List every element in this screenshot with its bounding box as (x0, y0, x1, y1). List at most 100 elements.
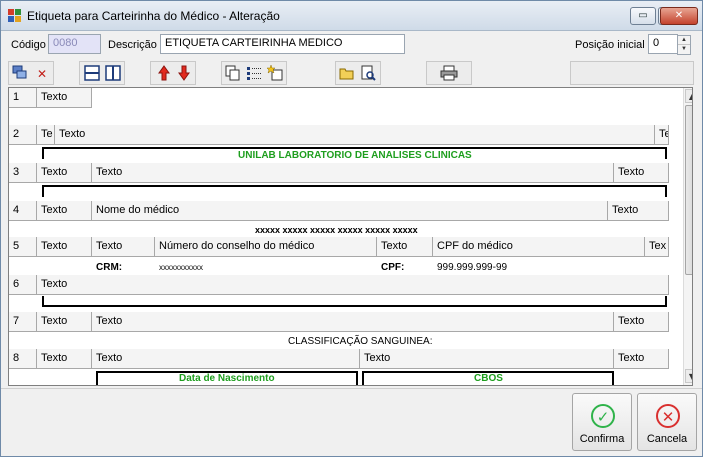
grid-cell[interactable]: Texto (92, 312, 614, 332)
grid-cell[interactable]: Texto (377, 237, 433, 257)
row-divider (362, 371, 364, 385)
cancel-icon: ✕ (656, 404, 680, 428)
row-divider (42, 305, 667, 307)
row-divider (665, 185, 667, 197)
preview-icon[interactable] (359, 65, 377, 83)
row-number: 3 (9, 163, 37, 183)
toolbar-group-file (335, 61, 381, 85)
close-button[interactable]: ✕ (660, 7, 698, 25)
row-number: 7 (9, 312, 37, 332)
grid-cell[interactable]: Número do conselho do médico (155, 237, 377, 257)
copy-icon[interactable] (224, 65, 242, 83)
grid-cell[interactable]: Texto (92, 163, 614, 183)
row-number: 2 (9, 125, 37, 145)
row-number: 1 (9, 88, 37, 108)
toolbar-group-records: ✕ (8, 61, 54, 85)
grid-cell[interactable]: Texto (37, 312, 92, 332)
row-divider (42, 185, 667, 187)
vertical-scrollbar[interactable]: ▲ ▼ (683, 88, 692, 385)
grid-cell[interactable]: Texto (37, 349, 92, 369)
scroll-down-icon[interactable]: ▼ (685, 369, 692, 383)
row-number: 4 (9, 201, 37, 221)
confirma-button[interactable]: ✓ Confirma (572, 393, 632, 451)
posicao-field[interactable]: 0 (648, 34, 678, 54)
codigo-label: Código (11, 39, 46, 51)
toolbar-group-print (426, 61, 472, 85)
print-icon[interactable] (440, 65, 458, 83)
minimize-button[interactable]: ▭ (630, 7, 656, 25)
toolbar: ✕ (8, 61, 694, 85)
check-icon: ✓ (591, 404, 615, 428)
split-horizontal-icon[interactable] (83, 65, 101, 83)
preview-text: CRM: (96, 262, 123, 273)
row-divider (665, 296, 667, 307)
row-divider (356, 371, 358, 385)
grid-cell[interactable]: Nome do médico (92, 201, 608, 221)
row-divider (42, 147, 44, 159)
split-vertical-icon[interactable] (104, 65, 122, 83)
new-field-icon[interactable] (266, 64, 284, 83)
preview-text: Data de Nascimento (179, 373, 275, 384)
grid-cell[interactable]: CPF do médico (433, 237, 645, 257)
spin-down-icon[interactable]: ▼ (678, 45, 690, 54)
grid-cell[interactable]: Texto (55, 125, 655, 145)
grid-cell[interactable]: Te (37, 125, 55, 145)
grid-cell[interactable]: Texto (614, 349, 669, 369)
grid-cell[interactable]: Texto (360, 349, 614, 369)
preview-text: CBOS (474, 373, 503, 384)
grid-cell[interactable]: Texto (37, 201, 92, 221)
scroll-up-icon[interactable]: ▲ (685, 89, 692, 103)
label-layout-grid[interactable]: 1 Texto 2 Te Texto Te UNILAB LABORATORIO… (8, 87, 693, 386)
grid-cell[interactable]: Texto (37, 163, 92, 183)
preview-text: UNILAB LABORATORIO DE ANALISES CLINICAS (238, 150, 472, 161)
row-number: 8 (9, 349, 37, 369)
row-divider (612, 371, 614, 385)
toolbar-group-split (79, 61, 125, 85)
delete-icon[interactable]: ✕ (33, 65, 51, 83)
posicao-label: Posição inicial (575, 39, 645, 51)
header-form: Código 0080 Descrição ETIQUETA CARTEIRIN… (1, 33, 702, 59)
grid-cell[interactable]: Texto (92, 349, 360, 369)
grid-cell[interactable]: Texto (608, 201, 669, 221)
grid-cell[interactable]: Tex (645, 237, 669, 257)
row-number: 6 (9, 275, 37, 295)
toolbar-group-move (150, 61, 196, 85)
preview-text: 999.999.999-99 (437, 262, 508, 273)
grid-cell[interactable]: Texto (37, 237, 92, 257)
grid-cell[interactable]: Texto (37, 275, 669, 295)
descricao-label: Descrição (108, 39, 157, 51)
grid-cell[interactable]: Texto (614, 312, 669, 332)
row-divider (42, 185, 44, 197)
row-number: 5 (9, 237, 37, 257)
row-divider (665, 147, 667, 159)
move-up-icon[interactable] (155, 65, 173, 83)
preview-text: xxxxx xxxxx xxxxx xxxxx xxxxx xxxxx (255, 225, 418, 235)
preview-text: CPF: (381, 262, 405, 273)
open-folder-icon[interactable] (338, 65, 356, 83)
cancela-button[interactable]: ✕ Cancela (637, 393, 697, 451)
toolbar-group-fields (221, 61, 287, 85)
move-down-icon[interactable] (175, 65, 193, 83)
add-record-icon[interactable] (11, 65, 29, 83)
grid-cell[interactable]: Texto (37, 88, 92, 108)
grid-cell[interactable]: Te (655, 125, 669, 145)
cancela-label: Cancela (646, 433, 688, 445)
window: Etiqueta para Carteirinha do Médico - Al… (0, 0, 703, 457)
row-divider (42, 147, 667, 149)
posicao-spinner[interactable]: ▲ ▼ (677, 35, 691, 55)
grid-cell[interactable]: Texto (92, 237, 155, 257)
row-divider (42, 296, 44, 307)
descricao-field[interactable]: ETIQUETA CARTEIRINHA MEDICO (160, 34, 405, 54)
list-fields-icon[interactable] (245, 65, 263, 83)
grid-cell[interactable]: Texto (614, 163, 669, 183)
title-bar[interactable]: Etiqueta para Carteirinha do Médico - Al… (1, 1, 702, 31)
toolbar-spacer (570, 61, 694, 85)
codigo-field[interactable]: 0080 (48, 34, 101, 54)
confirma-label: Confirma (579, 433, 625, 445)
spin-up-icon[interactable]: ▲ (678, 36, 690, 45)
window-title: Etiqueta para Carteirinha do Médico - Al… (27, 9, 280, 23)
scroll-thumb[interactable] (685, 105, 692, 275)
preview-text: xxxxxxxxxxx (159, 263, 203, 272)
row-divider (96, 371, 98, 385)
app-icon (8, 9, 22, 23)
